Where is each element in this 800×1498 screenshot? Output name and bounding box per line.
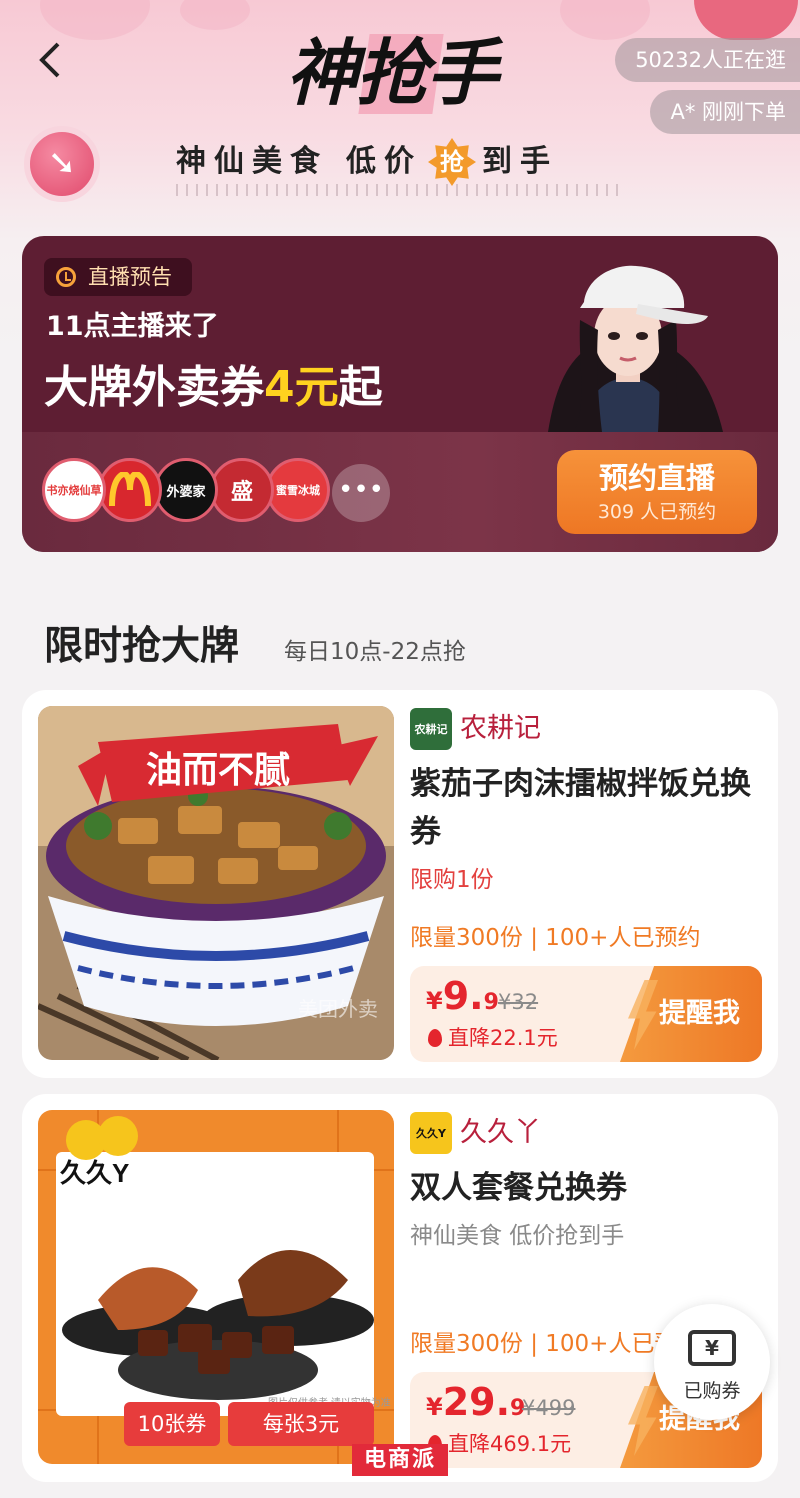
more-brands-icon[interactable]: ••• (332, 464, 390, 522)
live-announcement: 11点主播来了 (46, 311, 219, 342)
golden-arches-icon (109, 472, 151, 507)
image-brand-text: 久久Y (60, 1158, 129, 1188)
back-button[interactable] (34, 38, 74, 86)
price-decimal: 9 (483, 990, 499, 1015)
brand-logo: 盛 (210, 458, 274, 522)
shop-logo: 农耕记 (410, 708, 452, 750)
subtitle-ticks (176, 184, 624, 196)
grab-badge-icon: 抢 (428, 138, 476, 186)
recent-order-badge: A* 刚刚下单 (650, 90, 800, 134)
section-title: 限时抢大牌 (44, 624, 240, 669)
product-title[interactable]: 紫茄子肉沫擂椒拌饭兑换券 (410, 760, 760, 856)
eggplant-rice-bowl-image: 油而不腻 美团外卖 (38, 706, 394, 1060)
flame-icon (428, 1029, 442, 1047)
arrow-down-right-icon[interactable]: ➘ (24, 126, 100, 202)
live-headline: 大牌外卖券4元起 (44, 360, 383, 416)
current-price: ¥9.9 (426, 974, 499, 1018)
product-title[interactable]: 双人套餐兑换券 (410, 1164, 760, 1212)
live-preview-card[interactable]: 直播预告 11点主播来了 大牌外卖券4元起 书亦烧仙草 外婆家 盛 蜜雪冰城 •… (22, 236, 778, 552)
product-image[interactable]: 油而不腻 美团外卖 (38, 706, 394, 1060)
shop-name[interactable]: 农耕记 (460, 706, 541, 752)
brand-name: 盛 (230, 480, 253, 505)
shop-name[interactable]: 久久丫 (460, 1110, 541, 1156)
live-headline-price: 4元 (264, 362, 339, 413)
source-watermark: 电商派 (352, 1444, 448, 1476)
brand-name: 蜜雪冰城 (276, 484, 320, 497)
product-image[interactable]: 久久Y 图片仅供参考 请以实物为准 10张券 每张3元 (38, 1110, 394, 1464)
price-drop: 直降469.1元 (428, 1430, 571, 1458)
live-headline-suffix: 起 (338, 362, 383, 413)
price-box: ¥9.9 ¥32 直降22.1元 提醒我 (410, 966, 762, 1062)
brand-name: 外婆家 (166, 484, 206, 500)
price-integer: 29. (442, 1380, 511, 1424)
price-drop-text: 直降22.1元 (448, 1026, 558, 1050)
currency-symbol: ¥ (426, 1393, 443, 1421)
current-price: ¥29.9 (426, 1380, 525, 1424)
section-subtitle: 每日10点-22点抢 (284, 639, 466, 665)
host-portrait-image (548, 265, 723, 432)
subtitle-mid-text: 低价 (346, 144, 422, 179)
ticket-icon: ¥ (688, 1330, 736, 1366)
subtitle-middle: 低价 抢 到手 (346, 138, 558, 186)
shop-logo-text: 农耕记 (414, 723, 448, 736)
live-preview-tag: 直播预告 (44, 258, 192, 296)
reserve-count: 309 人已预约 (597, 501, 717, 523)
purchase-limit: 限购1份 (410, 867, 494, 893)
original-price: ¥499 (522, 1396, 576, 1420)
product-card[interactable]: 油而不腻 美团外卖 农耕记 农耕记 紫茄子肉沫擂椒拌饭兑换券 限购1份 限量30… (22, 690, 778, 1078)
product-description: 神仙美食 低价抢到手 (410, 1223, 625, 1249)
coupon-value-tag: 每张3元 (228, 1402, 374, 1446)
alarm-clock-icon (56, 267, 76, 287)
image-banner-text: 油而不腻 (146, 749, 290, 790)
chevron-left-icon (39, 42, 60, 78)
subtitle-right-text: 到手 (482, 144, 558, 179)
live-tag-text: 直播预告 (88, 265, 172, 289)
brand-logo: 外婆家 (154, 458, 218, 522)
price-integer: 9. (442, 974, 484, 1018)
price-drop: 直降22.1元 (428, 1024, 558, 1052)
subtitle-left: 神仙美食 (176, 144, 328, 179)
coupon-tags: 10张券 每张3元 (124, 1402, 394, 1446)
brand-logo: 蜜雪冰城 (266, 458, 330, 522)
original-price: ¥32 (498, 990, 539, 1014)
currency-symbol: ¥ (426, 987, 443, 1015)
image-watermark-text: 美团外卖 (298, 998, 378, 1021)
coupon-count-tag: 10张券 (124, 1402, 220, 1446)
mcdonalds-logo (98, 458, 162, 522)
live-headline-prefix: 大牌外卖券 (44, 362, 264, 413)
product-card[interactable]: 久久Y 图片仅供参考 请以实物为准 10张券 每张3元 久久Y 久久丫 双人套餐… (22, 1094, 778, 1482)
price-drop-text: 直降469.1元 (448, 1432, 572, 1456)
page-logo: 神抢手 (286, 31, 498, 115)
brand-logo: 书亦烧仙草 (42, 458, 106, 522)
stock-info: 限量300份 | 100+人已预约 (410, 925, 701, 951)
shop-logo: 久久Y (410, 1112, 452, 1154)
brand-name: 书亦烧仙草 (46, 484, 102, 497)
bought-coupons-label: 已购券 (683, 1380, 741, 1402)
reserve-label: 预约直播 (598, 461, 715, 495)
shop-logo-text: 久久Y (416, 1127, 446, 1140)
reserve-live-button[interactable]: 预约直播 309 人已预约 (557, 450, 757, 534)
brand-logo-row: 书亦烧仙草 外婆家 盛 蜜雪冰城 ••• (42, 458, 402, 526)
page-subtitle: 神仙美食 低价 抢 到手 (176, 138, 636, 186)
bought-coupons-button[interactable]: ¥ 已购券 (654, 1304, 770, 1420)
browsing-count-badge: 50232人正在逛 (615, 38, 800, 82)
